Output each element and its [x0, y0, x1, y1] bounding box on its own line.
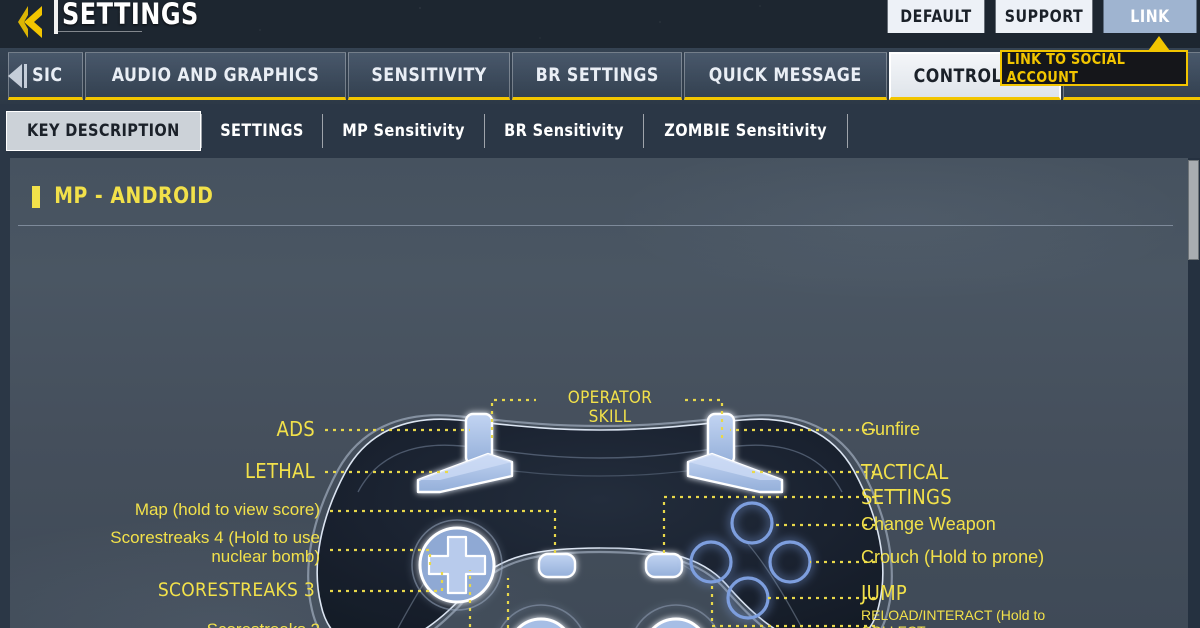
settings-screen: SETTINGS DEFAULT SUPPORT LINK SIC AUDIO … — [0, 0, 1200, 628]
dpad — [411, 519, 503, 611]
controller-key-diagram: OPERATOR SKILL ADS LETHAL Map (hold to v… — [0, 158, 1200, 628]
tab-quick-message-label: QUICK MESSAGE — [709, 64, 862, 86]
subtab-settings[interactable]: SETTINGS — [202, 111, 322, 151]
subtab-zombie-sensitivity[interactable]: ZOMBIE Sensitivity — [644, 111, 847, 151]
subtab-divider — [847, 114, 849, 148]
subtab-key-description-label: KEY DESCRIPTION — [27, 121, 180, 141]
link-button[interactable]: LINK — [1103, 0, 1197, 33]
scrollbar-track[interactable] — [1188, 158, 1200, 628]
start-button — [644, 552, 684, 579]
subtab-br-sensitivity-label: BR Sensitivity — [503, 121, 624, 141]
tab-sic-label: SIC — [32, 64, 63, 86]
tab-audio-and-graphics-label: AUDIO AND GRAPHICS — [111, 64, 319, 86]
tooltip-caret-icon — [1148, 36, 1170, 51]
title-divider-bar — [54, 0, 58, 34]
left-analog-stick — [500, 604, 582, 628]
label-scorestreaks-3: SCORESTREAKS 3 — [157, 579, 315, 601]
label-ads: ADS — [276, 417, 315, 441]
center-buttons — [537, 552, 684, 579]
label-change-weapon: Change Weapon — [861, 514, 996, 534]
label-gunfire: Gunfire — [861, 419, 921, 439]
label-jump: JUMP — [861, 581, 908, 605]
right-analog-stick — [635, 604, 717, 628]
tab-br-settings-label: BR SETTINGS — [535, 64, 659, 86]
title-underline — [58, 31, 142, 32]
default-button[interactable]: DEFAULT — [887, 0, 985, 33]
top-header-band: SETTINGS DEFAULT SUPPORT LINK — [0, 0, 1200, 48]
select-button — [537, 552, 577, 579]
label-tactical: TACTICAL — [861, 460, 949, 484]
controller-body — [307, 414, 893, 628]
label-scorestreaks-2: Scorestreaks 2 — [40, 620, 320, 628]
subtab-mp-sensitivity-label: MP Sensitivity — [341, 121, 465, 141]
label-reload-interact: RELOAD/INTERACT (Hold to COLLECT WEAPON) — [861, 607, 1046, 628]
support-button[interactable]: SUPPORT — [995, 0, 1093, 33]
sub-tab-row: KEY DESCRIPTION SETTINGS MP Sensitivity … — [0, 104, 1200, 158]
subtab-settings-label: SETTINGS — [219, 121, 304, 141]
subtab-key-description[interactable]: KEY DESCRIPTION — [6, 111, 201, 151]
label-map: Map (hold to view score) — [134, 500, 320, 519]
subtab-zombie-sensitivity-label: ZOMBIE Sensitivity — [664, 121, 827, 141]
sub-tab-list: KEY DESCRIPTION SETTINGS MP Sensitivity … — [6, 111, 849, 151]
tab-br-settings[interactable]: BR SETTINGS — [511, 52, 683, 100]
default-button-label: DEFAULT — [900, 6, 972, 27]
label-settings: SETTINGS — [861, 485, 952, 509]
tab-sensitivity[interactable]: SENSITIVITY — [347, 52, 510, 100]
label-operator-skill: OPERATOR SKILL — [567, 388, 653, 428]
tab-quick-message[interactable]: QUICK MESSAGE — [684, 52, 887, 100]
label-crouch: Crouch (Hold to prone) — [861, 547, 1045, 567]
tab-sensitivity-label: SENSITIVITY — [371, 64, 487, 86]
support-button-label: SUPPORT — [1004, 6, 1084, 27]
tab-audio-and-graphics[interactable]: AUDIO AND GRAPHICS — [84, 52, 346, 100]
label-scorestreaks-4: Scorestreaks 4 (Hold to use nuclear bomb… — [110, 528, 320, 567]
tooltip-text: LINK TO SOCIAL ACCOUNT — [1006, 50, 1126, 86]
back-chevron-icon[interactable] — [14, 2, 56, 42]
subtab-br-sensitivity[interactable]: BR Sensitivity — [485, 111, 643, 151]
page-title: SETTINGS — [62, 0, 199, 31]
link-to-social-account-tooltip[interactable]: LINK TO SOCIAL ACCOUNT — [1000, 50, 1188, 86]
link-button-label: LINK — [1130, 6, 1170, 27]
tab-sic[interactable]: SIC — [8, 52, 83, 100]
subtab-mp-sensitivity[interactable]: MP Sensitivity — [323, 111, 484, 151]
scrollbar-thumb[interactable] — [1188, 160, 1199, 260]
content-panel: MP - ANDROID OPERATOR SKILL ADS LETHAL M… — [0, 158, 1200, 628]
header-action-buttons: DEFAULT SUPPORT LINK — [880, 0, 1200, 33]
label-lethal: LETHAL — [244, 459, 315, 483]
